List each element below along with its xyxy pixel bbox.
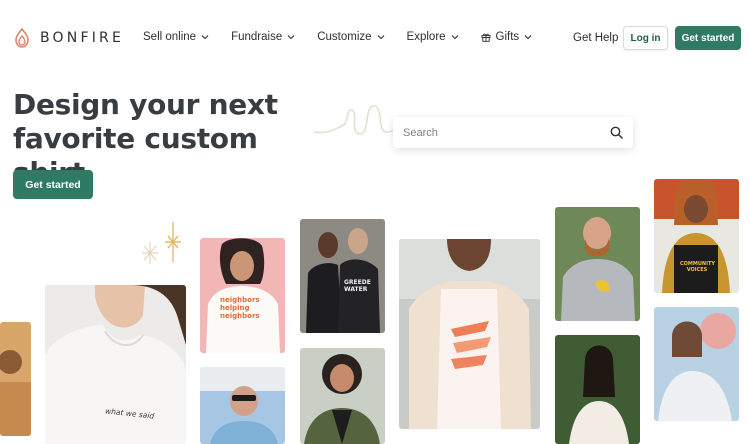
chevron-down-icon: [377, 35, 384, 40]
photo-tile[interactable]: [654, 307, 739, 421]
site-header: BONFIRE Sell online Fundraise Customize …: [0, 0, 750, 76]
photo-tile[interactable]: [555, 335, 640, 444]
get-started-hero-button[interactable]: Get started: [13, 170, 93, 199]
nav-fundraise[interactable]: Fundraise: [231, 31, 295, 43]
voices-print-text: COMMUNITY VOICES: [680, 261, 716, 273]
sparkle-icon: [142, 242, 158, 264]
photo-tile-main[interactable]: [399, 239, 540, 429]
photo-tile[interactable]: [300, 348, 385, 444]
brand-name: BONFIRE: [40, 30, 125, 46]
chevron-down-icon: [451, 35, 458, 40]
bonfire-logo[interactable]: BONFIRE: [12, 28, 124, 48]
photo-tile[interactable]: [200, 367, 285, 444]
nav-gifts[interactable]: Gifts: [481, 31, 533, 43]
nav-sell-online[interactable]: Sell online: [143, 31, 209, 43]
search-bar[interactable]: [393, 117, 633, 148]
neighbors-print-text: neighbors helping neighbors: [220, 296, 260, 320]
nav-explore[interactable]: Explore: [407, 31, 459, 43]
chevron-down-icon: [287, 35, 295, 40]
login-button[interactable]: Log in: [623, 26, 668, 50]
nav-label: Explore: [406, 31, 446, 43]
water-print-text: GREEDE WATER: [344, 279, 371, 293]
nav-label: Customize: [317, 31, 372, 43]
nav-label: Gifts: [495, 31, 520, 43]
nav-customize[interactable]: Customize: [317, 31, 384, 43]
get-started-header-button[interactable]: Get started: [675, 26, 741, 50]
nav-label: Sell online: [143, 31, 197, 43]
nav-label: Fundraise: [231, 31, 283, 43]
squiggle-decoration: [313, 105, 401, 135]
search-input[interactable]: [403, 126, 610, 139]
sparkle-icon: [165, 222, 181, 262]
flame-logo-icon: [15, 28, 29, 48]
photo-tile[interactable]: [555, 207, 640, 321]
search-icon[interactable]: [610, 126, 623, 139]
get-help-link[interactable]: Get Help: [573, 32, 618, 44]
photo-tile-water[interactable]: GREEDE WATER: [300, 219, 385, 333]
photo-tile-hoodie[interactable]: what we said: [45, 285, 186, 444]
chevron-down-icon: [201, 35, 209, 40]
photo-tile-voices[interactable]: COMMUNITY VOICES: [654, 179, 739, 293]
main-nav: Sell online Fundraise Customize Explore …: [143, 31, 554, 43]
photo-tile[interactable]: [0, 322, 31, 436]
photo-tile-neighbors[interactable]: neighbors helping neighbors: [200, 238, 285, 353]
gift-icon: [481, 33, 490, 42]
chevron-down-icon: [524, 35, 532, 40]
